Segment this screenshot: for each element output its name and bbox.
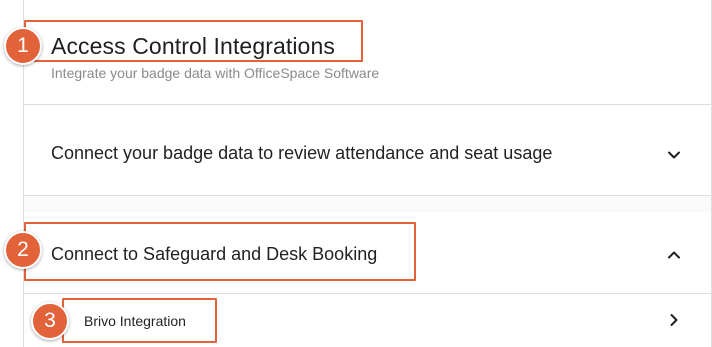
highlight-box — [24, 222, 416, 281]
chevron-right-icon[interactable] — [667, 313, 681, 327]
highlight-box — [24, 20, 363, 62]
step-badge: 1 — [4, 27, 42, 65]
section-badge-data[interactable]: Connect your badge data to review attend… — [24, 105, 711, 195]
step-badge: 2 — [4, 231, 42, 269]
highlight-box — [62, 298, 217, 343]
section-badge-data-label: Connect your badge data to review attend… — [51, 143, 553, 163]
chevron-up-icon[interactable] — [667, 248, 681, 262]
section-spacer — [24, 196, 711, 212]
step-badge: 3 — [31, 302, 69, 340]
page-subtitle: Integrate your badge data with OfficeSpa… — [51, 65, 380, 81]
chevron-down-icon[interactable] — [667, 148, 681, 162]
